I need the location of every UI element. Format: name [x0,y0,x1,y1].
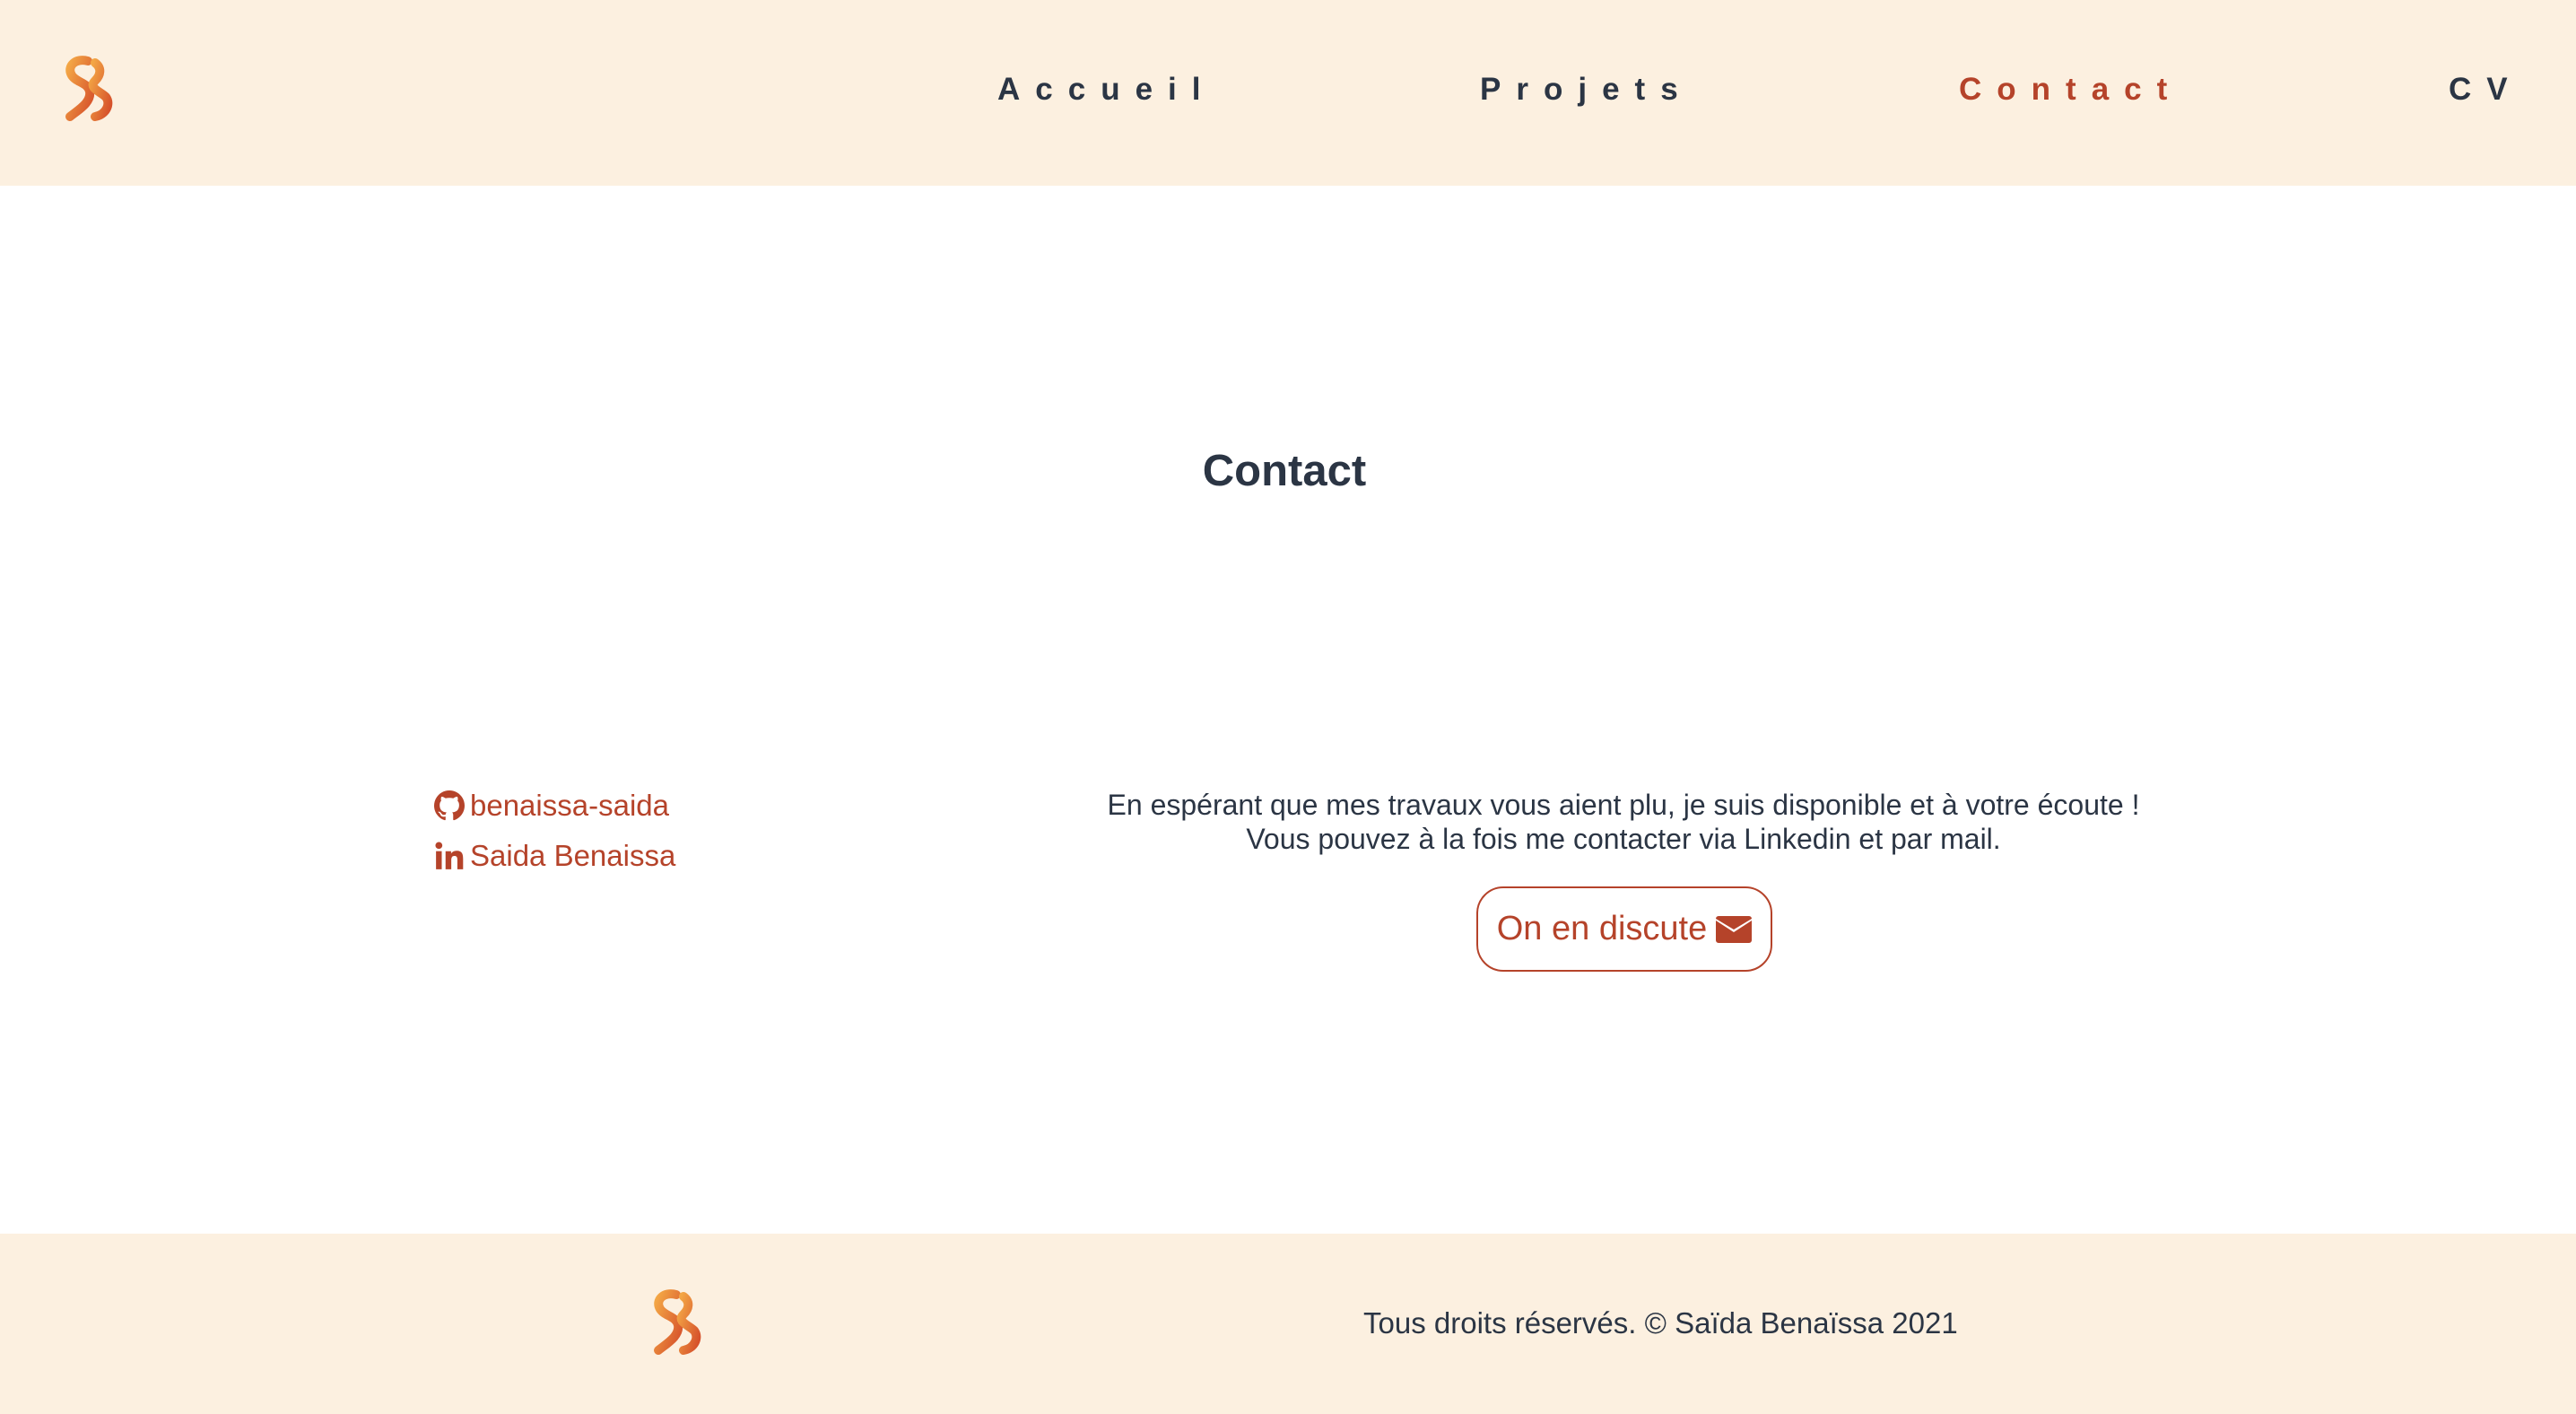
linkedin-label: Saida Benaissa [470,839,676,872]
github-icon [434,790,465,821]
nav-item-contact[interactable]: Contact [1959,70,2182,109]
linkedin-link[interactable]: Saida Benaissa [434,838,675,874]
linkedin-icon [434,841,465,871]
footer-logo-icon[interactable] [649,1289,705,1356]
nav-item-projets[interactable]: Projets [1480,70,1693,109]
site-header: Accueil Projets Contact CV [0,0,2576,186]
github-link[interactable]: benaissa-saida [434,788,669,824]
copyright-text: Tous droits réservés. © Saïda Benaïssa 2… [1363,1306,1958,1340]
page-title: Contact [1202,447,1367,495]
nav-item-accueil[interactable]: Accueil [997,70,1216,109]
site-footer: Tous droits réservés. © Saïda Benaïssa 2… [0,1234,2576,1414]
ss-monogram-logo-icon [654,1289,701,1355]
logo-icon[interactable] [61,56,117,122]
cta-label: On en discute [1496,910,1708,947]
message-line-2: Vous pouvez à la fois me contacter via L… [1246,823,2001,855]
nav-item-cv[interactable]: CV [2449,70,2523,109]
contact-cta-button[interactable]: On en discute [1476,886,1772,972]
ss-monogram-logo-icon [65,56,113,121]
contact-message: En espérant que mes travaux vous aient p… [1023,788,2224,856]
github-label: benaissa-saida [470,789,669,822]
envelope-icon [1716,915,1753,944]
message-line-1: En espérant que mes travaux vous aient p… [1107,789,2140,821]
